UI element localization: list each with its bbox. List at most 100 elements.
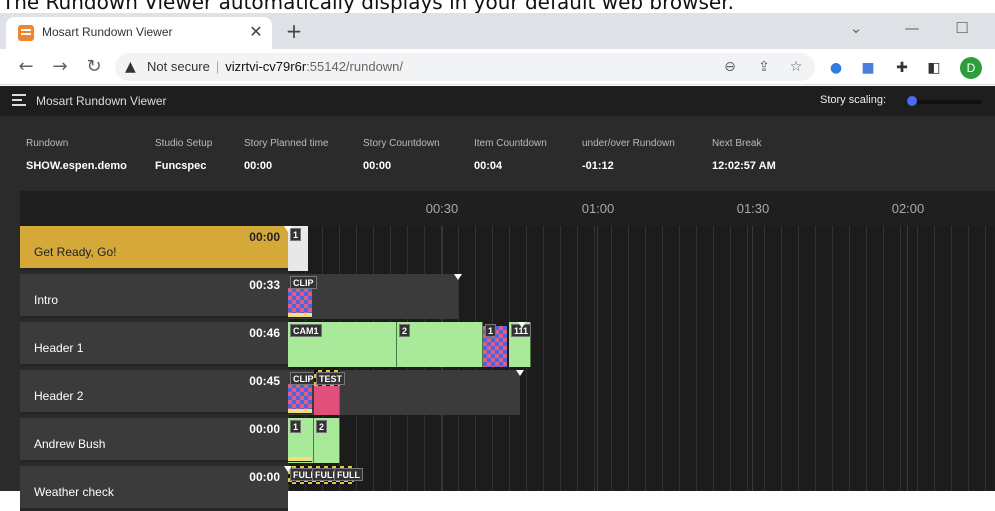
info-value: Funcspec	[155, 160, 207, 172]
info-value: 00:04	[474, 160, 503, 172]
rundown-logo-icon	[12, 94, 26, 106]
address-text[interactable]: Not secure | vizrtvi-cv79r6r:55142/rundown…	[147, 59, 403, 74]
address-host: vizrtvi-cv79r6r	[225, 59, 307, 74]
side-panel-icon[interactable]: ◧	[924, 58, 944, 78]
page-caption: The Rundown Viewer automatically display…	[2, 0, 734, 13]
item-badge: 1	[485, 324, 497, 337]
bookmark-star-icon[interactable]: ☆	[787, 58, 805, 76]
tab-strip: Mosart Rundown Viewer ✕ + ⌄ — ☐	[0, 13, 995, 49]
minimize-icon[interactable]: —	[890, 13, 934, 43]
story-time: 00:46	[249, 326, 280, 340]
andrew-item-1[interactable]: 1	[288, 418, 314, 463]
header1-item-1-clip[interactable]: 1	[483, 322, 509, 367]
playhead-marker-icon	[284, 226, 292, 232]
item-badge: 2	[399, 324, 411, 337]
story-name: Intro	[34, 293, 59, 307]
info-value: -01:12	[582, 160, 614, 172]
story-row-weather-check[interactable]: Weather check 00:00	[20, 466, 288, 511]
andrew-item-2[interactable]: 2	[314, 418, 340, 463]
info-label: under/over Rundown	[582, 138, 675, 149]
header2-test-item[interactable]: TEST	[314, 370, 346, 415]
info-story-countdown: Story Countdown 00:00	[363, 138, 440, 172]
story-name: Header 2	[34, 389, 84, 403]
info-label: Story Planned time	[244, 138, 329, 149]
back-icon[interactable]: ←	[14, 55, 38, 79]
address-path: :55142/rundown/	[306, 59, 404, 74]
get-ready-item-bar[interactable]: 1	[288, 226, 308, 271]
info-value: 00:00	[244, 160, 273, 172]
item-badge: 2	[316, 420, 328, 433]
browser-toolbar: ← → ↻ ▲ Not secure | vizrtvi-cv79r6r:55142…	[0, 49, 995, 85]
app-title: Mosart Rundown Viewer	[36, 94, 167, 108]
story-row-get-ready[interactable]: Get Ready, Go! 00:00	[20, 226, 288, 271]
address-separator: |	[215, 59, 220, 74]
warning-icon[interactable]: ▲	[125, 59, 141, 75]
zoom-icon[interactable]: ⊖	[721, 58, 739, 76]
ruler-tick: 02:00	[891, 201, 925, 216]
info-value: SHOW.espen.demo	[26, 160, 127, 172]
item-badge: CLIP	[290, 372, 317, 385]
tab-close-icon[interactable]: ✕	[246, 22, 266, 42]
ruler-tick: 01:30	[736, 201, 770, 216]
story-time: 00:45	[249, 374, 280, 388]
story-name: Header 1	[34, 341, 84, 355]
story-end-marker-icon	[454, 274, 462, 280]
timeline-ruler: 00:30 01:00 01:30 02:00	[20, 191, 995, 226]
story-name: Weather check	[34, 485, 114, 499]
story-row-header-1[interactable]: Header 1 00:46	[20, 322, 288, 367]
info-label: Item Countdown	[474, 138, 547, 149]
item-badge: 1	[290, 420, 302, 433]
story-time: 00:00	[249, 470, 280, 484]
clip-progress-bar	[288, 409, 312, 414]
info-label: Story Countdown	[363, 138, 440, 149]
story-name: Get Ready, Go!	[34, 245, 117, 259]
extension-ghost-icon[interactable]: ●	[826, 58, 846, 78]
share-icon[interactable]: ⇪	[755, 58, 773, 76]
story-end-marker-icon	[516, 370, 524, 376]
info-under-over-rundown: under/over Rundown -01:12	[582, 138, 675, 172]
ruler-tick: 00:30	[425, 201, 459, 216]
story-name: Andrew Bush	[34, 437, 106, 451]
rundown-viewer-app: Mosart Rundown Viewer Story scaling: Run…	[0, 86, 995, 511]
story-time: 00:00	[249, 230, 280, 244]
app-header: Mosart Rundown Viewer Story scaling:	[0, 86, 995, 116]
translate-extension-icon[interactable]: ■	[858, 58, 878, 78]
header2-clip-item[interactable]: CLIP	[288, 370, 317, 415]
weather-full-item-2[interactable]: FULL	[310, 466, 341, 484]
reload-icon[interactable]: ↻	[82, 55, 106, 79]
info-label: Studio Setup	[155, 138, 213, 149]
info-studio-setup: Studio Setup Funcspec	[155, 138, 212, 172]
story-start-marker-icon	[284, 466, 292, 472]
item-badge: CAM1	[290, 324, 322, 337]
info-label: Rundown	[26, 138, 69, 149]
item-badge: FULL	[334, 468, 363, 481]
info-item-countdown: Item Countdown 00:04	[474, 138, 547, 172]
story-row-andrew-bush[interactable]: Andrew Bush 00:00	[20, 418, 288, 463]
tab-search-chevron-icon[interactable]: ⌄	[834, 13, 878, 43]
story-end-marker-icon	[518, 322, 526, 328]
story-scaling-thumb[interactable]	[907, 96, 917, 106]
clip-thumbnail	[288, 288, 312, 316]
item-progress-bar	[288, 457, 312, 462]
info-value: 12:02:57 AM	[712, 160, 776, 172]
profile-avatar[interactable]: D	[960, 57, 982, 79]
story-scaling-slider[interactable]	[906, 100, 982, 104]
maximize-icon[interactable]: ☐	[940, 13, 984, 43]
browser-tab[interactable]: Mosart Rundown Viewer ✕	[6, 17, 272, 49]
forward-icon[interactable]: →	[48, 55, 72, 79]
weather-full-item-3[interactable]: FULL	[332, 466, 363, 484]
story-row-intro[interactable]: Intro 00:33	[20, 274, 288, 319]
new-tab-button[interactable]: +	[282, 19, 306, 43]
tab-title: Mosart Rundown Viewer	[42, 25, 173, 39]
extensions-puzzle-icon[interactable]: ✚	[892, 58, 912, 78]
header1-cam1-item[interactable]: CAM1	[288, 322, 397, 367]
clip-thumbnail	[288, 384, 312, 412]
story-row-header-2[interactable]: Header 2 00:45	[20, 370, 288, 415]
header1-item-2[interactable]: 2	[397, 322, 483, 367]
header1-item-111[interactable]: 111	[509, 322, 532, 367]
story-scaling-label: Story scaling:	[820, 94, 887, 106]
browser-window: Mosart Rundown Viewer ✕ + ⌄ — ☐ ← → ↻ ▲ …	[0, 13, 995, 511]
address-bar[interactable]: ▲ Not secure | vizrtvi-cv79r6r:55142/rundo…	[115, 53, 815, 81]
intro-clip-item[interactable]: CLIP	[288, 274, 317, 319]
not-secure-label: Not secure	[147, 59, 210, 74]
